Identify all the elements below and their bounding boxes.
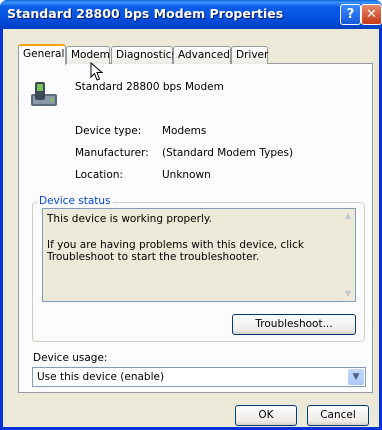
tab-diagnostics[interactable]: Diagnostics bbox=[111, 46, 177, 64]
device-name: Standard 28800 bps Modem bbox=[75, 81, 224, 93]
help-icon: ? bbox=[346, 7, 355, 22]
cancel-label: Cancel bbox=[320, 409, 356, 421]
manufacturer-value: (Standard Modem Types) bbox=[162, 147, 294, 159]
location-value: Unknown bbox=[162, 169, 211, 181]
tab-driver[interactable]: Driver bbox=[231, 46, 268, 64]
tab-general-label: General bbox=[23, 48, 65, 60]
ok-label: OK bbox=[258, 409, 274, 421]
device-type-label: Device type: bbox=[75, 125, 142, 137]
tab-advanced[interactable]: Advanced bbox=[173, 46, 231, 64]
location-label: Location: bbox=[75, 169, 123, 181]
close-button[interactable]: ✕ bbox=[361, 4, 382, 25]
window-title: Standard 28800 bps Modem Properties bbox=[7, 6, 284, 21]
manufacturer-label: Manufacturer: bbox=[75, 147, 149, 159]
device-type-value: Modems bbox=[162, 125, 207, 137]
ok-button[interactable]: OK bbox=[235, 405, 297, 426]
tab-advanced-label: Advanced bbox=[178, 49, 230, 61]
device-usage-select[interactable]: Use this device (enable) ▼ bbox=[32, 367, 366, 387]
tab-modem-label: Modem bbox=[71, 49, 110, 61]
cancel-button[interactable]: Cancel bbox=[307, 405, 369, 426]
tab-general[interactable]: General bbox=[18, 44, 66, 65]
status-scrollbar[interactable]: ▲ ▼ bbox=[341, 209, 355, 301]
device-usage-label: Device usage: bbox=[33, 352, 108, 364]
status-help-text: If you are having problems with this dev… bbox=[47, 239, 304, 263]
mouse-cursor-icon bbox=[90, 62, 104, 81]
status-message: This device is working properly. bbox=[47, 213, 212, 225]
device-status-legend: Device status bbox=[37, 195, 113, 207]
tab-driver-label: Driver bbox=[236, 49, 269, 61]
scroll-down-icon[interactable]: ▼ bbox=[341, 287, 355, 301]
chevron-down-icon[interactable]: ▼ bbox=[348, 369, 364, 385]
troubleshoot-label: Troubleshoot... bbox=[255, 318, 333, 330]
device-usage-value: Use this device (enable) bbox=[37, 371, 165, 383]
help-button[interactable]: ? bbox=[340, 4, 361, 25]
tab-diagnostics-label: Diagnostics bbox=[116, 49, 177, 61]
modem-device-icon bbox=[31, 82, 57, 106]
scroll-up-icon[interactable]: ▲ bbox=[341, 209, 355, 223]
troubleshoot-button[interactable]: Troubleshoot... bbox=[232, 314, 356, 335]
title-bar[interactable]: Standard 28800 bps Modem Properties ? ✕ bbox=[0, 0, 382, 29]
close-icon: ✕ bbox=[366, 7, 377, 22]
